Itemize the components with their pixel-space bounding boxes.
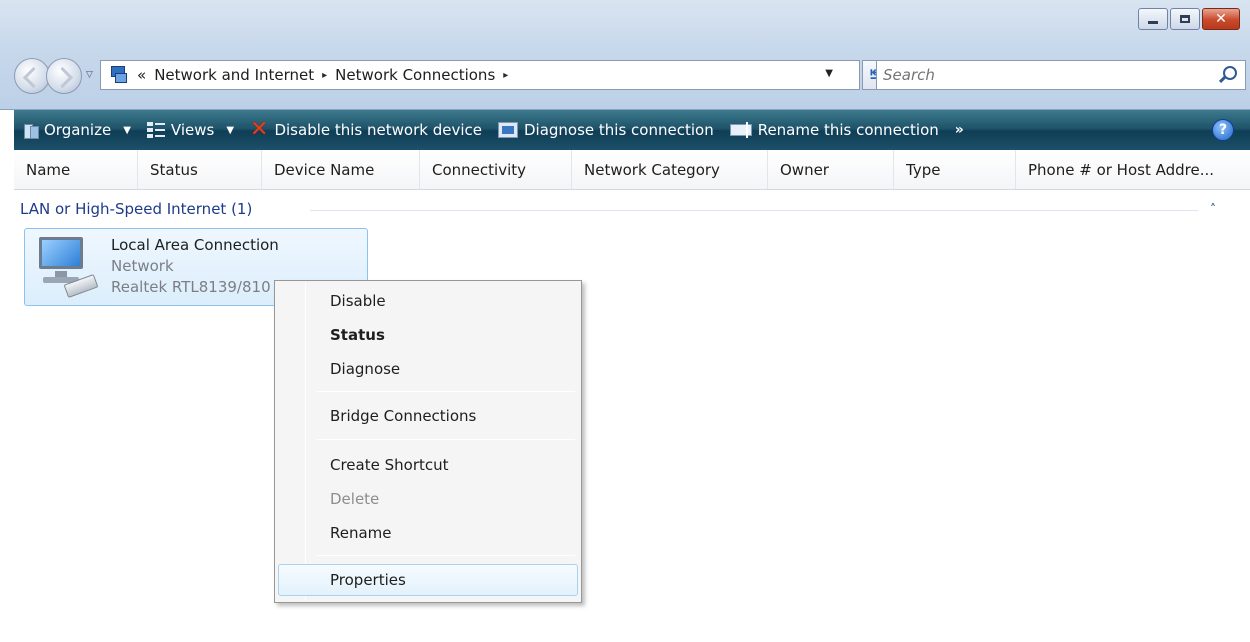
- connection-status: Network: [111, 257, 174, 275]
- organize-icon: [22, 122, 39, 139]
- menu-separator: [317, 439, 575, 440]
- search-icon[interactable]: [1223, 66, 1237, 80]
- address-bar[interactable]: « Network and Internet ▸ Network Connect…: [100, 60, 860, 90]
- organize-label: Organize: [44, 121, 112, 139]
- chevron-down-icon: ▼: [226, 124, 235, 136]
- column-network-category[interactable]: Network Category: [572, 150, 768, 189]
- views-button[interactable]: Views ▼: [139, 110, 242, 150]
- network-connections-icon: [109, 65, 129, 85]
- menu-item-delete: Delete: [330, 490, 380, 508]
- disable-device-button[interactable]: ✕ Disable this network device: [242, 110, 490, 150]
- file-list-area[interactable]: LAN or High-Speed Internet (1) ˄ Local A…: [14, 190, 1250, 642]
- back-button[interactable]: [14, 58, 50, 94]
- menu-item-status[interactable]: Status: [278, 319, 578, 351]
- disable-x-icon: ✕: [250, 117, 269, 142]
- more-commands-icon[interactable]: »: [955, 122, 964, 138]
- rename-label: Rename this connection: [757, 121, 939, 139]
- search-box[interactable]: [876, 60, 1246, 90]
- menu-item-disable[interactable]: Disable: [278, 285, 578, 317]
- help-icon[interactable]: ?: [1212, 119, 1234, 141]
- column-type[interactable]: Type: [894, 150, 1016, 189]
- rename-connection-button[interactable]: Rename this connection »: [722, 110, 972, 150]
- maximize-button[interactable]: [1170, 8, 1200, 30]
- column-device-name[interactable]: Device Name: [262, 150, 420, 189]
- close-icon: ✕: [1215, 11, 1227, 27]
- views-icon: [146, 122, 165, 138]
- minimize-button[interactable]: [1138, 8, 1168, 30]
- connection-details: Local Area Connection Network Realtek RT…: [111, 235, 279, 298]
- disable-device-label: Disable this network device: [274, 121, 482, 139]
- maximize-icon: [1180, 15, 1190, 23]
- diagnose-label: Diagnose this connection: [523, 121, 714, 139]
- breadcrumb: « Network and Internet ▸ Network Connect…: [137, 66, 508, 84]
- column-status[interactable]: Status: [138, 150, 262, 189]
- menu-item-properties[interactable]: Properties: [278, 564, 578, 596]
- context-menu: Disable Status Diagnose Bridge Connectio…: [274, 280, 582, 603]
- menu-item-bridge-connections[interactable]: Bridge Connections: [278, 400, 578, 432]
- forward-button[interactable]: [46, 58, 82, 94]
- column-connectivity[interactable]: Connectivity: [420, 150, 572, 189]
- network-adapter-icon: [35, 235, 101, 299]
- views-label: Views: [170, 121, 215, 139]
- breadcrumb-prefix[interactable]: «: [137, 66, 146, 84]
- window-controls: ✕: [1138, 8, 1240, 30]
- menu-item-diagnose[interactable]: Diagnose: [278, 353, 578, 385]
- diagnose-connection-button[interactable]: Diagnose this connection: [490, 110, 722, 150]
- connection-name: Local Area Connection: [111, 236, 279, 254]
- menu-separator: [317, 391, 575, 392]
- diagnose-icon: [497, 122, 518, 138]
- group-divider: [310, 210, 1198, 211]
- menu-separator: [317, 555, 575, 556]
- breadcrumb-network-connections[interactable]: Network Connections: [335, 66, 495, 84]
- address-dropdown-icon[interactable]: ▼: [825, 68, 833, 79]
- command-bar: Organize ▼ Views ▼ ✕ Disable this networ…: [14, 110, 1250, 150]
- window-titlebar: ✕ ▽ « Network and Internet ▸ Network Con…: [0, 0, 1250, 110]
- group-label: LAN or High-Speed Internet (1): [20, 200, 253, 218]
- search-input[interactable]: [883, 66, 1203, 84]
- organize-button[interactable]: Organize ▼: [14, 110, 139, 150]
- breadcrumb-separator-icon[interactable]: ▸: [503, 70, 508, 81]
- column-header-row: Name Status Device Name Connectivity Net…: [14, 150, 1250, 190]
- breadcrumb-separator-icon[interactable]: ▸: [322, 70, 327, 81]
- rename-icon: [729, 122, 752, 138]
- menu-item-rename[interactable]: Rename: [278, 517, 578, 549]
- column-name[interactable]: Name: [14, 150, 138, 189]
- close-button[interactable]: ✕: [1202, 8, 1240, 30]
- chevron-down-icon: ▼: [123, 124, 131, 136]
- column-phone-host-address[interactable]: Phone # or Host Addre...: [1016, 150, 1250, 189]
- breadcrumb-network-and-internet[interactable]: Network and Internet: [154, 66, 314, 84]
- minimize-icon: [1148, 20, 1158, 24]
- recent-pages-dropdown[interactable]: ▽: [86, 70, 93, 80]
- menu-item-create-shortcut[interactable]: Create Shortcut: [278, 449, 578, 481]
- group-header[interactable]: LAN or High-Speed Internet (1): [20, 200, 252, 218]
- column-owner[interactable]: Owner: [768, 150, 894, 189]
- connection-device: Realtek RTL8139/810: [111, 278, 271, 296]
- collapse-group-icon[interactable]: ˄: [1210, 202, 1216, 216]
- navigation-row: ▽ « Network and Internet ▸ Network Conne…: [14, 56, 1246, 96]
